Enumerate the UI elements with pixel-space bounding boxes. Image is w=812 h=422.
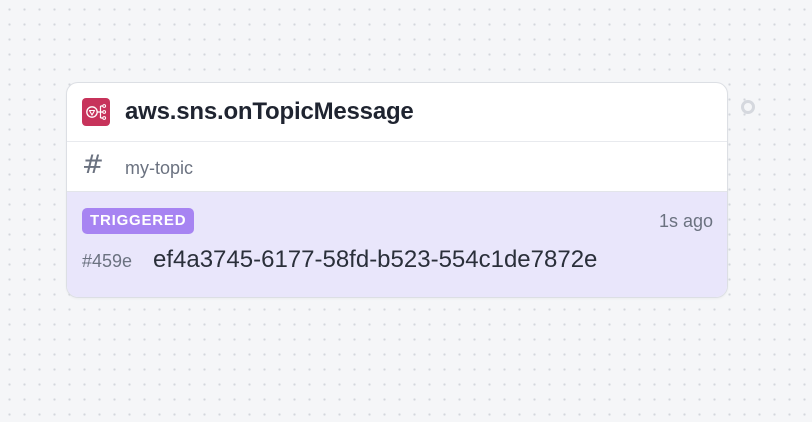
output-handle[interactable] [741, 100, 755, 114]
aws-sns-icon [82, 98, 110, 126]
hash-icon: # [82, 150, 104, 180]
event-short-id: #459e [82, 251, 133, 271]
topic-name: my-topic [125, 158, 194, 178]
status-badge: TRIGGERED [82, 208, 195, 234]
trigger-node-card[interactable]: aws.sns.onTopicMessage # my-topic TRIGGE… [66, 82, 728, 298]
config-row: # my-topic [67, 142, 727, 192]
event-timestamp: 1s ago [658, 211, 713, 231]
node-title: aws.sns.onTopicMessage [125, 98, 414, 125]
node-header: aws.sns.onTopicMessage [67, 83, 727, 142]
event-id: ef4a3745-6177-58fd-b523-554c1de7872e [153, 246, 598, 273]
last-event-panel[interactable]: TRIGGERED 1s ago #459e ef4a3745-6177-58f… [67, 192, 727, 297]
